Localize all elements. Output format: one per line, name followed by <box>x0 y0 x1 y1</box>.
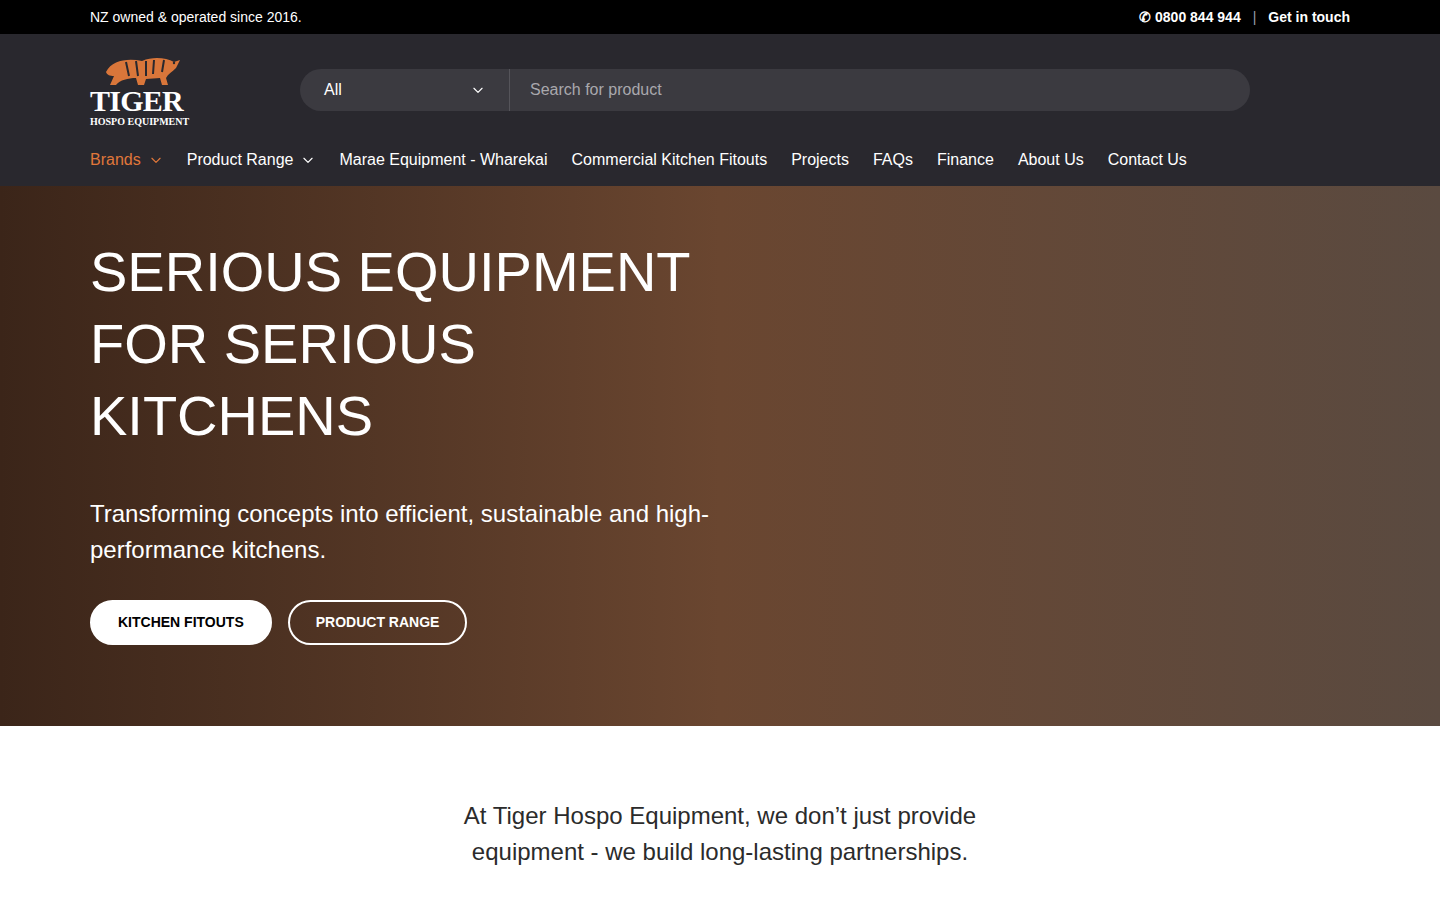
nav-label: Product Range <box>187 148 294 172</box>
hero-heading: SERIOUS EQUIPMENTFOR SERIOUSKITCHENS <box>90 236 1350 452</box>
nav-item-content: Marae Equipment - Wharekai <box>339 148 547 172</box>
nav-item-content: Product Range <box>187 148 316 172</box>
nav-label: Commercial Kitchen Fitouts <box>572 148 768 172</box>
top-bar-links: ✆0800 844 944 | Get in touch <box>1139 7 1350 28</box>
search-bar: All <box>300 69 1250 111</box>
logo[interactable]: TIGERHOSPO EQUIPMENT <box>90 52 300 128</box>
nav-item[interactable]: Product Range <box>187 148 316 172</box>
nav-item-content: Contact Us <box>1108 148 1187 172</box>
nav-item[interactable]: Projects <box>791 148 849 172</box>
hero-button[interactable]: KITCHEN FITOUTS <box>90 600 272 645</box>
intro-section: At Tiger Hospo Equipment, we don’t just … <box>0 726 1440 900</box>
nav-label: Brands <box>90 148 141 172</box>
hero: SERIOUS EQUIPMENTFOR SERIOUSKITCHENS Tran… <box>0 186 1440 726</box>
phone-number: 0800 844 944 <box>1155 7 1241 28</box>
category-select[interactable]: All <box>300 69 510 111</box>
nav-item-content: Projects <box>791 148 849 172</box>
nav-item-content: FAQs <box>873 148 913 172</box>
main-nav: Brands Product Range Marae Equipment - Wha… <box>90 130 1350 186</box>
nav-label: Contact Us <box>1108 148 1187 172</box>
nav-item[interactable]: Finance <box>937 148 994 172</box>
hero-heading-line: SERIOUS EQUIPMENT <box>90 236 1350 308</box>
phone-icon: ✆ <box>1139 7 1151 28</box>
hero-button-label: PRODUCT RANGE <box>316 612 440 633</box>
chevron-down-icon <box>301 153 315 167</box>
top-bar: NZ owned & operated since 2016. ✆0800 844… <box>0 0 1440 34</box>
nav-item-content: About Us <box>1018 148 1084 172</box>
nav-label: Marae Equipment - Wharekai <box>339 148 547 172</box>
nav-item-content: Brands <box>90 148 163 172</box>
hero-button[interactable]: PRODUCT RANGE <box>288 600 468 645</box>
nav-label: Finance <box>937 148 994 172</box>
intro-text: At Tiger Hospo Equipment, we don’t just … <box>430 798 1010 870</box>
hero-buttons: KITCHEN FITOUTS PRODUCT RANGE <box>90 600 1350 645</box>
nav-item-content: Commercial Kitchen Fitouts <box>572 148 768 172</box>
nav-item[interactable]: About Us <box>1018 148 1084 172</box>
nav-item[interactable]: Brands <box>90 148 163 172</box>
hero-subtitle: Transforming concepts into efficient, su… <box>90 496 730 568</box>
phone-link[interactable]: ✆0800 844 944 <box>1139 7 1241 28</box>
search-input[interactable] <box>510 78 1250 102</box>
hero-heading-line: KITCHENS <box>90 380 1350 452</box>
nav-label: FAQs <box>873 148 913 172</box>
hero-button-label: KITCHEN FITOUTS <box>118 612 244 633</box>
site-header: TIGERHOSPO EQUIPMENT All Brands Product Ran… <box>0 34 1440 186</box>
tiger-icon <box>102 52 182 86</box>
chevron-down-icon <box>149 153 163 167</box>
nav-item[interactable]: Contact Us <box>1108 148 1187 172</box>
category-value: All <box>324 78 342 102</box>
separator: | <box>1253 7 1257 28</box>
nav-item[interactable]: Marae Equipment - Wharekai <box>339 148 547 172</box>
nav-item[interactable]: FAQs <box>873 148 913 172</box>
hero-heading-line: FOR SERIOUS <box>90 308 1350 380</box>
nav-label: About Us <box>1018 148 1084 172</box>
header-row: TIGERHOSPO EQUIPMENT All <box>90 50 1350 130</box>
nav-item-content: Finance <box>937 148 994 172</box>
logo-subtitle: HOSPO EQUIPMENT <box>90 116 189 128</box>
nav-label: Projects <box>791 148 849 172</box>
get-in-touch-link[interactable]: Get in touch <box>1268 7 1350 28</box>
logo-name: TIGER <box>90 86 183 116</box>
chevron-down-icon <box>471 83 485 97</box>
tagline: NZ owned & operated since 2016. <box>90 7 302 28</box>
nav-item[interactable]: Commercial Kitchen Fitouts <box>572 148 768 172</box>
